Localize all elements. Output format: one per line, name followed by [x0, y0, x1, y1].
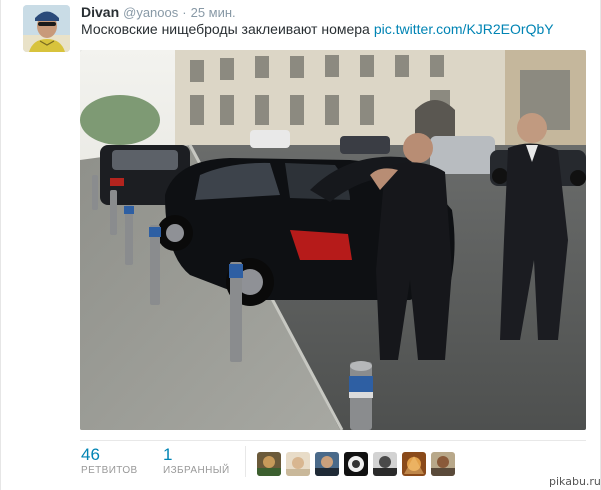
retweeter-avatar[interactable] — [344, 452, 368, 476]
retweeter-avatar[interactable] — [431, 452, 455, 476]
tweet-photo[interactable] — [80, 50, 586, 430]
stats-divider — [80, 440, 586, 441]
retweeter-avatar[interactable] — [402, 452, 426, 476]
stats-separator — [245, 446, 246, 477]
username[interactable]: @yanoos — [123, 5, 178, 20]
separator-dot: · — [182, 5, 187, 20]
fullname[interactable]: Divan — [81, 4, 119, 20]
tweet-card: Divan @yanoos · 25 мин. Московские нищеб… — [0, 0, 601, 490]
favorites-label: ИЗБРАННЫЙ — [163, 465, 230, 476]
watermark: pikabu.ru — [549, 475, 601, 488]
retweets-stat[interactable]: 46 РЕТВИТОВ — [81, 446, 138, 476]
retweeter-avatar[interactable] — [373, 452, 397, 476]
retweeter-avatar[interactable] — [315, 452, 339, 476]
retweeter-avatar[interactable] — [257, 452, 281, 476]
tweet-text: Московские нищеброды заклеивают номера pi… — [81, 21, 554, 38]
retweeter-avatars — [257, 452, 460, 476]
favorites-stat[interactable]: 1 ИЗБРАННЫЙ — [163, 446, 230, 476]
retweeter-avatar[interactable] — [286, 452, 310, 476]
avatar[interactable] — [23, 5, 70, 52]
favorites-count: 1 — [163, 445, 173, 464]
retweets-label: РЕТВИТОВ — [81, 465, 138, 476]
tweet-body: Московские нищеброды заклеивают номера — [81, 21, 370, 37]
tweet-header: Divan @yanoos · 25 мин. — [81, 4, 236, 20]
retweets-count: 46 — [81, 445, 100, 464]
timestamp[interactable]: 25 мин. — [191, 5, 236, 20]
media-link[interactable]: pic.twitter.com/KJR2EOrQbY — [374, 21, 554, 37]
